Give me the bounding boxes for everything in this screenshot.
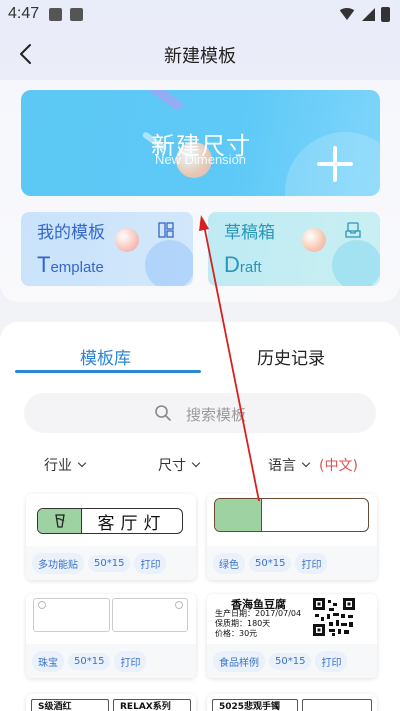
status-bar: 4:47 bbox=[0, 0, 400, 28]
template-preview: 香海鱼豆腐 生产日期：2017/07/04 保质期：180天 价格：30元 bbox=[207, 594, 377, 644]
search-icon bbox=[155, 405, 171, 421]
my-templates-en-initial: T bbox=[37, 252, 51, 277]
label-cell: S级酒红 bbox=[31, 699, 109, 711]
label-half bbox=[111, 598, 188, 632]
label-preview: 客厅灯 bbox=[37, 508, 183, 534]
template-tags: 绿色 50*15 打印 bbox=[207, 546, 377, 580]
filter-language-label: 语言 bbox=[268, 458, 296, 474]
template-tag: 打印 bbox=[315, 650, 348, 672]
tab-history[interactable]: 历史记录 bbox=[257, 344, 325, 369]
new-dimension-subtitle: New Dimension bbox=[155, 152, 247, 167]
template-tag: 多功能贴 bbox=[32, 552, 84, 574]
template-tag: 打印 bbox=[114, 650, 147, 672]
label-preview bbox=[33, 598, 188, 632]
template-tag: 50*15 bbox=[269, 652, 312, 670]
label-cell bbox=[301, 699, 372, 711]
label-row: 价格：30元 bbox=[215, 629, 258, 638]
decor-orb bbox=[302, 228, 326, 252]
label-preview: S级酒红 RELAX系列 bbox=[31, 699, 191, 711]
template-tag: 50*15 bbox=[249, 554, 292, 572]
template-tag: 打印 bbox=[295, 552, 328, 574]
drafts-en-initial: D bbox=[224, 252, 240, 277]
new-dimension-button[interactable]: 新建尺寸 New Dimension bbox=[21, 90, 380, 196]
template-tags: 多功能贴 50*15 打印 bbox=[26, 546, 196, 580]
gallery-notification-icon bbox=[49, 7, 63, 21]
status-time: 4:47 bbox=[8, 5, 40, 22]
label-preview: 5025悲观手镯 bbox=[212, 699, 372, 711]
template-card[interactable]: 客厅灯 多功能贴 50*15 打印 bbox=[26, 494, 196, 580]
template-tag: 食品样例 bbox=[213, 650, 265, 672]
drafts-en: Draft bbox=[224, 252, 262, 278]
template-tag: 珠宝 bbox=[32, 650, 64, 672]
chevron-down-icon bbox=[301, 458, 311, 468]
wifi-icon bbox=[338, 8, 356, 20]
filter-language-selected: (中文) bbox=[319, 458, 358, 474]
app-header: 新建模板 bbox=[0, 34, 400, 74]
label-green-block bbox=[215, 499, 262, 531]
plus-icon bbox=[317, 146, 353, 182]
grid-layout-icon bbox=[158, 222, 174, 238]
template-tag: 打印 bbox=[134, 552, 167, 574]
drafts-label: 草稿箱 bbox=[224, 223, 275, 243]
filter-industry[interactable]: 行业 bbox=[44, 455, 87, 475]
drafts-button[interactable]: 草稿箱 Draft bbox=[208, 212, 380, 286]
template-tags: 食品样例 50*15 打印 bbox=[207, 644, 377, 678]
template-card[interactable]: S级酒红 RELAX系列 bbox=[26, 694, 196, 711]
decor-streak bbox=[113, 90, 185, 113]
label-half bbox=[33, 598, 110, 632]
template-tag: 50*15 bbox=[68, 652, 111, 670]
decor-circle bbox=[145, 240, 193, 286]
template-card[interactable]: 绿色 50*15 打印 bbox=[207, 494, 377, 580]
active-tab-indicator bbox=[15, 370, 201, 373]
template-card[interactable]: 香海鱼豆腐 生产日期：2017/07/04 保质期：180天 价格：30元 食品… bbox=[207, 594, 377, 678]
my-templates-en-rest: emplate bbox=[50, 259, 104, 276]
app-notification-icon bbox=[70, 7, 84, 21]
filter-size-label: 尺寸 bbox=[158, 458, 186, 474]
my-templates-button[interactable]: 我的模板 Template bbox=[21, 212, 193, 286]
template-preview bbox=[207, 494, 377, 544]
qr-code-icon bbox=[313, 598, 355, 636]
filter-industry-label: 行业 bbox=[44, 458, 72, 474]
chevron-down-icon bbox=[191, 458, 201, 468]
signal-icon bbox=[362, 7, 375, 21]
template-tags: 珠宝 50*15 打印 bbox=[26, 644, 196, 678]
filter-language[interactable]: 语言 (中文) bbox=[268, 455, 358, 475]
template-card[interactable]: 珠宝 50*15 打印 bbox=[26, 594, 196, 678]
label-preview bbox=[214, 498, 369, 532]
my-templates-label: 我的模板 bbox=[37, 223, 105, 243]
template-card[interactable]: 5025悲观手镯 bbox=[207, 694, 377, 711]
lamp-icon bbox=[54, 514, 65, 528]
battery-icon bbox=[381, 6, 390, 22]
search-placeholder: 搜索模板 bbox=[186, 406, 247, 424]
page-title: 新建模板 bbox=[164, 46, 236, 67]
decor-orb bbox=[115, 228, 139, 252]
template-tag: 绿色 bbox=[213, 552, 245, 574]
drafts-en-rest: raft bbox=[239, 259, 262, 276]
search-input[interactable]: 搜索模板 bbox=[24, 393, 376, 433]
label-cell: 5025悲观手镯 bbox=[212, 699, 298, 711]
label-green-block bbox=[38, 509, 82, 533]
chevron-down-icon bbox=[77, 458, 87, 468]
filter-size[interactable]: 尺寸 bbox=[158, 455, 201, 475]
label-text: 客厅灯 bbox=[97, 513, 167, 534]
my-templates-en: Template bbox=[37, 252, 104, 278]
decor-circle bbox=[332, 240, 380, 286]
tab-template-library[interactable]: 模板库 bbox=[80, 344, 131, 369]
template-preview bbox=[26, 594, 196, 644]
label-cell: RELAX系列 bbox=[113, 699, 191, 711]
template-preview: 客厅灯 bbox=[26, 494, 196, 544]
draft-box-icon bbox=[345, 222, 361, 238]
template-tag: 50*15 bbox=[88, 554, 131, 572]
